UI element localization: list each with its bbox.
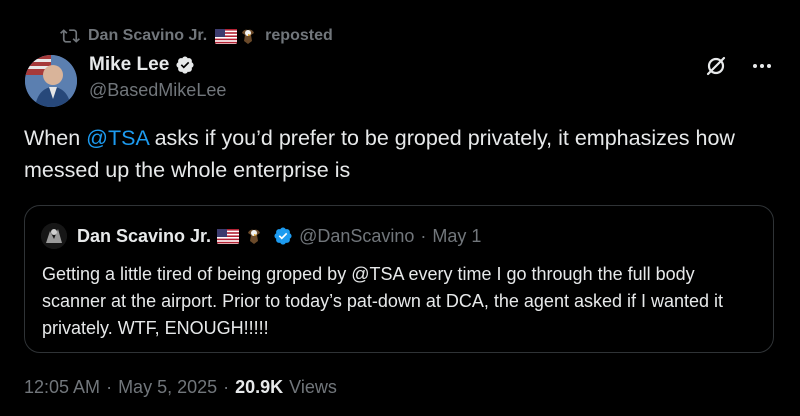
tweet-time[interactable]: 12:05 AM — [24, 377, 100, 398]
quoted-separator: · — [420, 225, 427, 246]
author-handle[interactable]: @BasedMikeLee — [89, 80, 226, 101]
us-flag-icon — [217, 228, 240, 244]
author-avatar[interactable] — [25, 55, 77, 107]
verified-badge-icon[interactable] — [273, 226, 293, 246]
more-icon[interactable] — [748, 52, 776, 80]
author-name[interactable]: Mike Lee — [89, 54, 169, 76]
quoted-author-avatar[interactable] — [41, 223, 67, 249]
reposter-emojis — [215, 27, 257, 45]
eagle-icon — [242, 29, 255, 44]
tweet-date[interactable]: May 5, 2025 — [118, 377, 217, 398]
quoted-date[interactable]: May 1 — [432, 226, 481, 247]
eagle-icon — [248, 229, 261, 244]
us-flag-icon — [215, 28, 238, 44]
repost-indicator[interactable]: Dan Scavino Jr. reposted — [60, 25, 333, 47]
views-label: Views — [289, 377, 337, 397]
mention-link[interactable]: @TSA — [86, 126, 148, 150]
author-name-row: Mike Lee — [89, 54, 226, 76]
tweet-text: When @TSA asks if you’d prefer to be gro… — [24, 122, 764, 186]
tweet-meta: 12:05 AM · May 5, 2025 · 20.9K Views — [24, 377, 337, 398]
views-count: 20.9K — [235, 377, 284, 397]
author-info: Mike Lee @BasedMikeLee — [89, 54, 226, 101]
quoted-tweet-header: Dan Scavino Jr. @DanScavino · May 1 — [41, 223, 481, 249]
quoted-tweet[interactable]: Dan Scavino Jr. @DanScavino · May 1 Gett… — [24, 205, 774, 353]
reposted-label: reposted — [265, 27, 333, 44]
grok-icon[interactable] — [702, 52, 730, 80]
tweet-text-prefix: When — [24, 126, 87, 150]
meta-separator: · — [223, 377, 230, 397]
quoted-author-handle[interactable]: @DanScavino — [299, 226, 414, 247]
verified-badge-icon[interactable] — [175, 55, 195, 75]
repost-icon — [60, 26, 80, 46]
reposter-name[interactable]: Dan Scavino Jr. — [88, 27, 207, 45]
quoted-tweet-text: Getting a little tired of being groped b… — [42, 264, 724, 338]
meta-separator: · — [106, 377, 113, 397]
tweet-card: Dan Scavino Jr. reposted Mike Lee @Based… — [0, 0, 800, 416]
quoted-author-name[interactable]: Dan Scavino Jr. — [77, 226, 211, 247]
header-actions — [702, 52, 776, 80]
